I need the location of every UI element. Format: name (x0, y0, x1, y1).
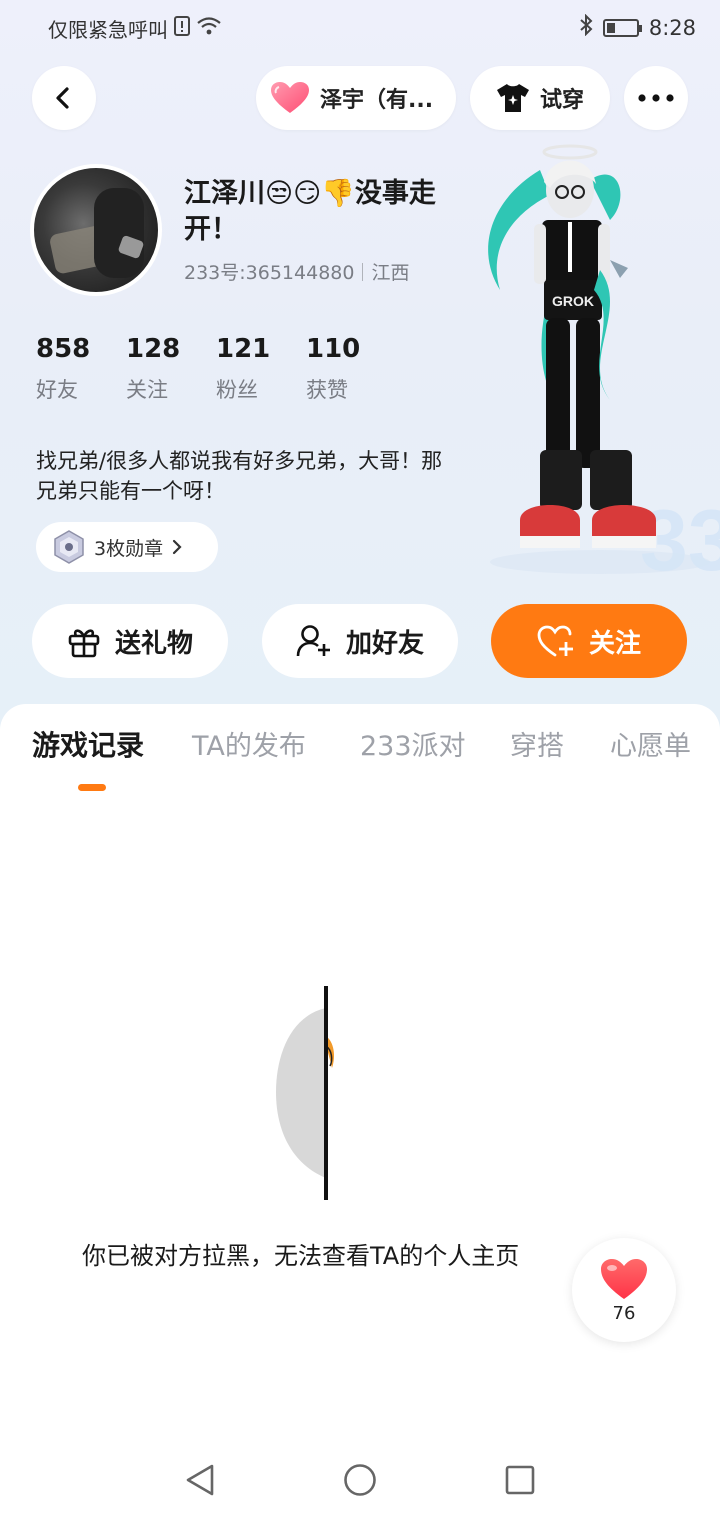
blocked-message: 你已被对方拉黑，无法查看TA的个人主页 (82, 1242, 520, 1270)
system-nav-bar (0, 1440, 720, 1520)
user-region: 江西 (371, 262, 410, 284)
medal-badge-icon (54, 530, 84, 564)
stat-value: 121 (216, 334, 271, 364)
tab-posts[interactable]: TA的发布 (192, 724, 306, 763)
stats-row: 858 好友 128 关注 121 粉丝 110 获赞 (36, 334, 396, 404)
avatar[interactable] (30, 164, 162, 296)
more-options-button[interactable] (624, 66, 688, 130)
follow-label: 关注 (588, 628, 641, 659)
tab-party[interactable]: 233派对 (360, 724, 466, 763)
battery-icon (602, 18, 642, 37)
stat-value: 110 (306, 334, 361, 364)
stat-following[interactable]: 128 关注 (126, 334, 216, 404)
try-on-label: 试穿 (539, 88, 584, 113)
stat-fans[interactable]: 121 粉丝 (216, 334, 306, 404)
content-card (0, 704, 720, 1520)
status-right: 8:28 (579, 13, 696, 41)
relation-chip[interactable]: 泽宇（有... (256, 66, 456, 130)
uid-divider (362, 262, 364, 281)
status-bar: 仅限紧急呼叫 8:28 (0, 0, 720, 56)
stat-value: 128 (126, 334, 181, 364)
back-button[interactable] (32, 66, 96, 130)
send-gift-button[interactable]: 送礼物 (32, 604, 228, 678)
nav-back-button[interactable] (180, 1460, 220, 1500)
tab-wishlist[interactable]: 心愿单 (610, 724, 691, 763)
stat-label: 粉丝 (216, 378, 258, 402)
stat-value: 858 (36, 334, 91, 364)
status-left: 仅限紧急呼叫 (48, 14, 222, 43)
stat-label: 获赞 (306, 378, 348, 402)
try-on-button[interactable]: 试穿 (470, 66, 610, 130)
triangle-back-icon (186, 1464, 214, 1496)
tshirt-icon (496, 84, 529, 112)
username: 江泽川😒😏👎没事走开！ (184, 178, 436, 245)
clock-time: 8:28 (648, 15, 696, 40)
follow-button[interactable]: 关注 (491, 604, 687, 678)
heart-icon (271, 82, 309, 113)
circle-home-icon (344, 1464, 376, 1496)
add-friend-label: 加好友 (345, 628, 424, 659)
like-count: 76 (612, 1302, 636, 1324)
active-tab-indicator (78, 784, 106, 791)
blocked-illustration (276, 986, 334, 1200)
add-user-icon (296, 625, 330, 657)
chevron-left-icon (56, 87, 69, 109)
stat-friends[interactable]: 858 好友 (36, 334, 126, 404)
avatar-3d-character: 33 GROK (488, 144, 720, 580)
wifi-icon (196, 16, 222, 41)
nav-home-button[interactable] (340, 1460, 380, 1500)
nav-recents-button[interactable] (500, 1460, 540, 1500)
profile-bio: 找兄弟/很多人都说我有好多兄弟，大哥！那兄弟只能有一个呀！ (36, 449, 443, 503)
stat-likes[interactable]: 110 获赞 (306, 334, 396, 404)
tab-outfits[interactable]: 穿搭 (510, 724, 564, 763)
profile-tabs: 游戏记录 TA的发布 233派对 穿搭 心愿单 (0, 724, 720, 784)
carrier-text: 仅限紧急呼叫 (48, 18, 168, 42)
relation-chip-label: 泽宇（有... (320, 88, 434, 113)
gift-icon (68, 629, 100, 658)
stat-label: 关注 (126, 378, 168, 402)
heart-icon (601, 1258, 647, 1299)
svg-text:GROK: GROK (552, 293, 594, 309)
heart-plus-icon (537, 625, 573, 657)
square-recents-icon (505, 1465, 535, 1495)
tab-game-records[interactable]: 游戏记录 (32, 724, 144, 764)
uid-line: 233号:365144880 江西 (184, 258, 409, 285)
stat-label: 好友 (36, 378, 78, 402)
user-id: 233号:365144880 (184, 262, 355, 284)
medals-button[interactable]: 3枚勋章 (36, 522, 218, 572)
send-gift-label: 送礼物 (114, 628, 193, 659)
more-dots-icon (638, 94, 674, 102)
bluetooth-icon (579, 13, 593, 41)
floating-like-button[interactable]: 76 (572, 1238, 676, 1342)
medals-count-label: 3枚勋章 (94, 537, 164, 560)
add-friend-button[interactable]: 加好友 (262, 604, 458, 678)
alert-sim-icon (174, 16, 190, 41)
battery-fill (606, 22, 616, 33)
chevron-right-icon (172, 539, 182, 555)
